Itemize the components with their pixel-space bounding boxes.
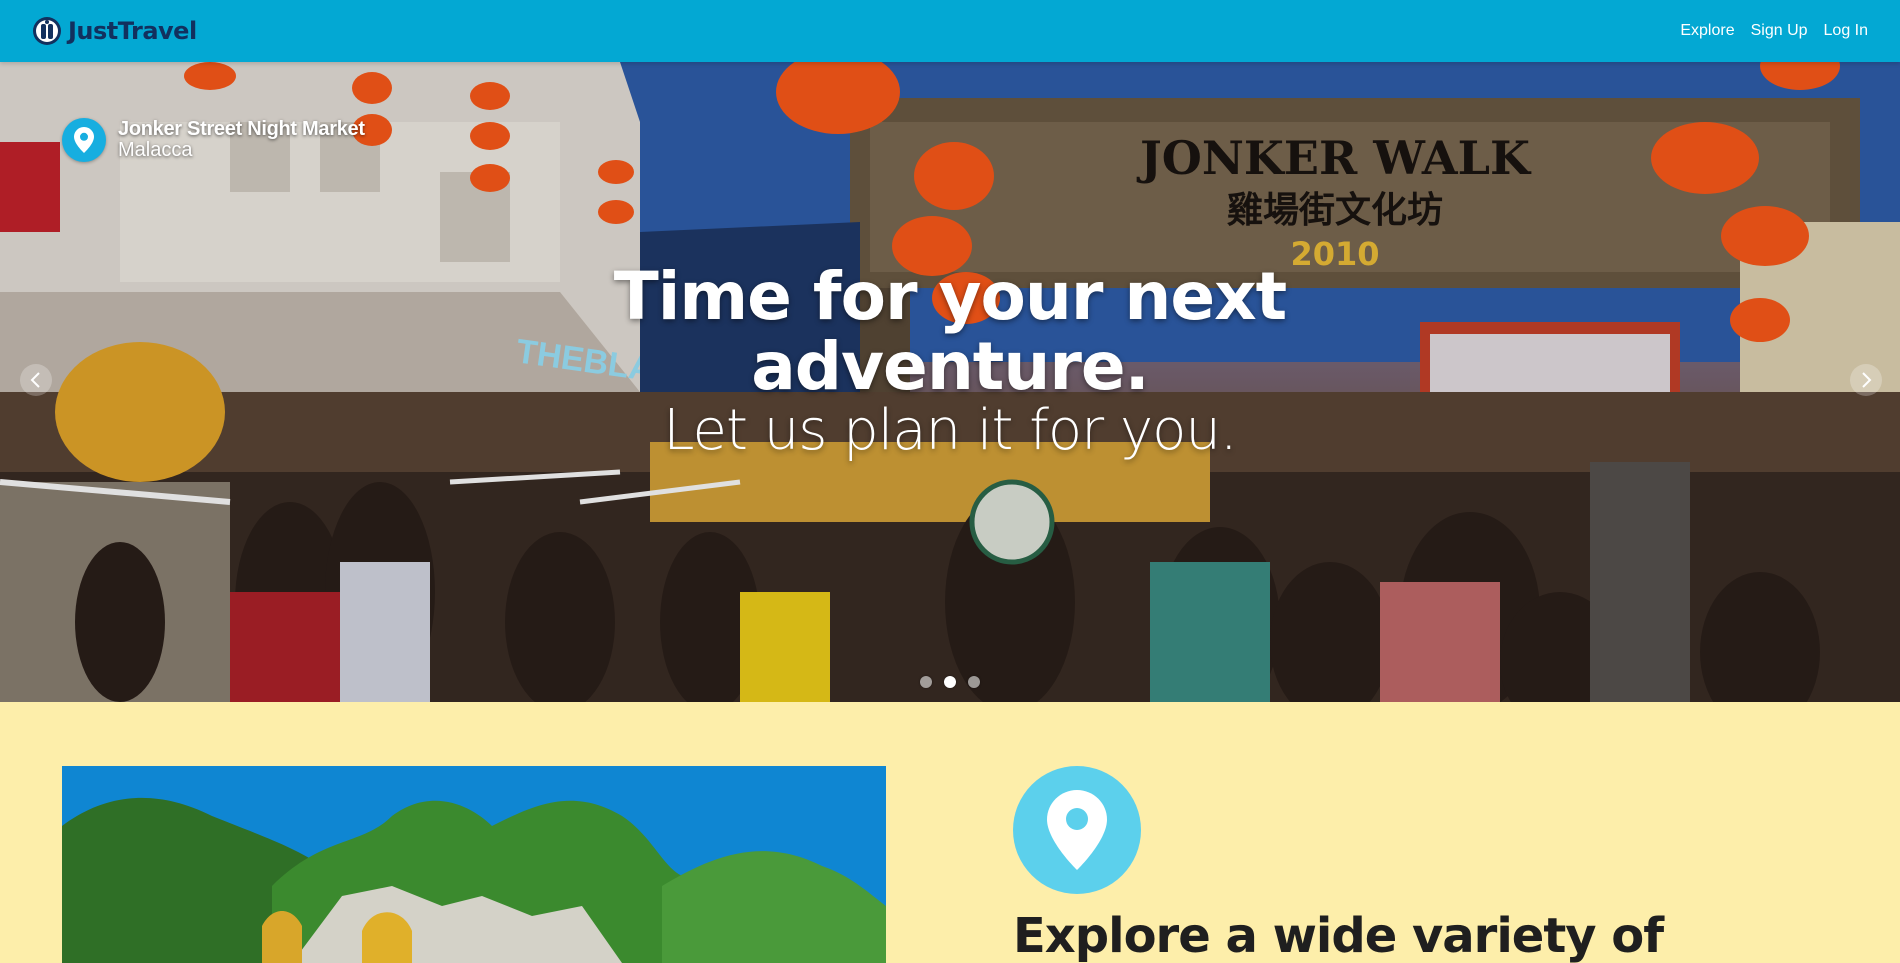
feature-heading: Explore a wide variety of bbox=[1013, 908, 1664, 963]
brand[interactable]: JustTravel bbox=[32, 16, 197, 46]
traveller-logo-icon bbox=[33, 17, 61, 45]
brand-name: JustTravel bbox=[68, 17, 197, 45]
carousel-next-button[interactable] bbox=[1850, 364, 1882, 396]
carousel-prev-button[interactable] bbox=[20, 364, 52, 396]
hero-subtitle: Let us plan it for you. bbox=[663, 398, 1237, 463]
location-pin-badge bbox=[62, 118, 106, 162]
nav-links: Explore Sign Up Log In bbox=[1680, 22, 1868, 40]
nav-login-link[interactable]: Log In bbox=[1824, 22, 1868, 40]
chevron-left-icon bbox=[30, 372, 40, 388]
feature-pin-badge bbox=[1013, 766, 1141, 894]
location-name: Jonker Street Night Market bbox=[118, 118, 365, 140]
map-pin-icon bbox=[1047, 790, 1107, 870]
chevron-right-icon bbox=[1862, 372, 1872, 388]
hero-carousel: THEBLANC JONKER WALK 雞場街文化坊 2010 Jonker … bbox=[0, 62, 1900, 702]
nav-signup-link[interactable]: Sign Up bbox=[1751, 22, 1808, 40]
hero-title: Time for your next adventure. bbox=[613, 258, 1288, 405]
location-city: Malacca bbox=[118, 139, 193, 161]
top-navbar: JustTravel Explore Sign Up Log In bbox=[0, 0, 1900, 62]
carousel-dot-2[interactable] bbox=[944, 676, 956, 688]
nav-explore-link[interactable]: Explore bbox=[1680, 22, 1734, 40]
location-tag: Jonker Street Night Market Malacca bbox=[62, 118, 365, 162]
hero-text: Time for your next adventure. Let us pla… bbox=[0, 262, 1900, 462]
temple-photo bbox=[62, 766, 886, 963]
carousel-dot-1[interactable] bbox=[920, 676, 932, 688]
location-text: Jonker Street Night Market Malacca bbox=[118, 119, 365, 161]
map-pin-icon bbox=[74, 127, 94, 153]
feature-image bbox=[62, 766, 886, 963]
carousel-dot-3[interactable] bbox=[968, 676, 980, 688]
carousel-indicators bbox=[0, 676, 1900, 688]
